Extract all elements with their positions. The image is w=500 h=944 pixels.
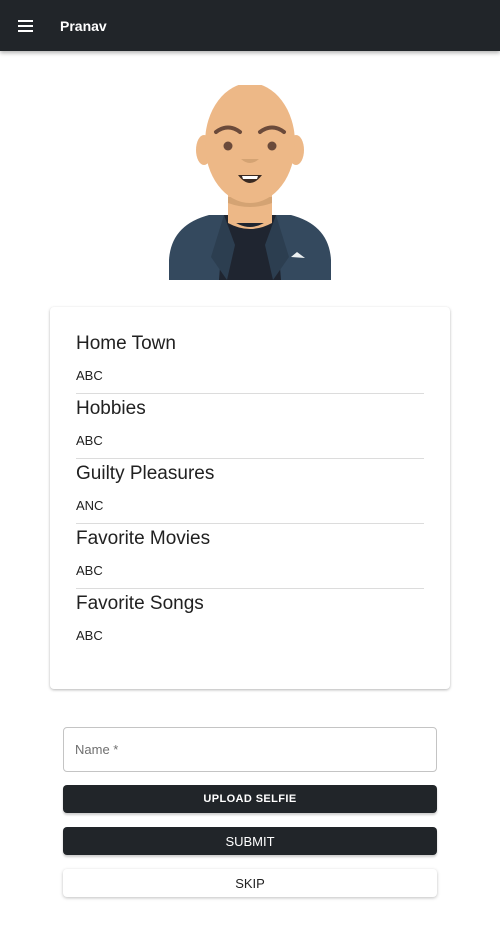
- info-value: ANC: [76, 498, 104, 513]
- profile-item-home-town: Home Town ABC: [76, 329, 424, 394]
- skip-button[interactable]: SKIP: [63, 869, 437, 897]
- info-label: Hobbies: [76, 398, 146, 419]
- info-label: Home Town: [76, 333, 176, 354]
- profile-item-guilty-pleasures: Guilty Pleasures ANC: [76, 459, 424, 524]
- name-field: [63, 727, 437, 772]
- info-label: Favorite Movies: [76, 528, 211, 549]
- hamburger-menu-icon[interactable]: [18, 14, 48, 38]
- profile-item-hobbies: Hobbies ABC: [76, 394, 424, 459]
- profile-card: Home Town ABC Hobbies ABC Guilty Pleasur…: [50, 307, 450, 689]
- submit-button[interactable]: SUBMIT: [63, 827, 437, 855]
- upload-selfie-button[interactable]: UPLOAD SELFIE: [63, 785, 437, 813]
- name-input[interactable]: [75, 742, 436, 757]
- profile-item-favorite-songs: Favorite Songs ABC: [76, 589, 424, 654]
- profile-item-favorite-movies: Favorite Movies ABC: [76, 524, 424, 589]
- info-label: Guilty Pleasures: [76, 463, 215, 484]
- info-value: ABC: [76, 563, 103, 578]
- app-bar: Pranav: [0, 0, 500, 51]
- info-value: ABC: [76, 628, 103, 643]
- info-label: Favorite Songs: [76, 593, 204, 614]
- info-value: ABC: [76, 368, 103, 383]
- info-value: ABC: [76, 433, 103, 448]
- app-title: Pranav: [60, 17, 107, 34]
- avatar: [169, 85, 331, 280]
